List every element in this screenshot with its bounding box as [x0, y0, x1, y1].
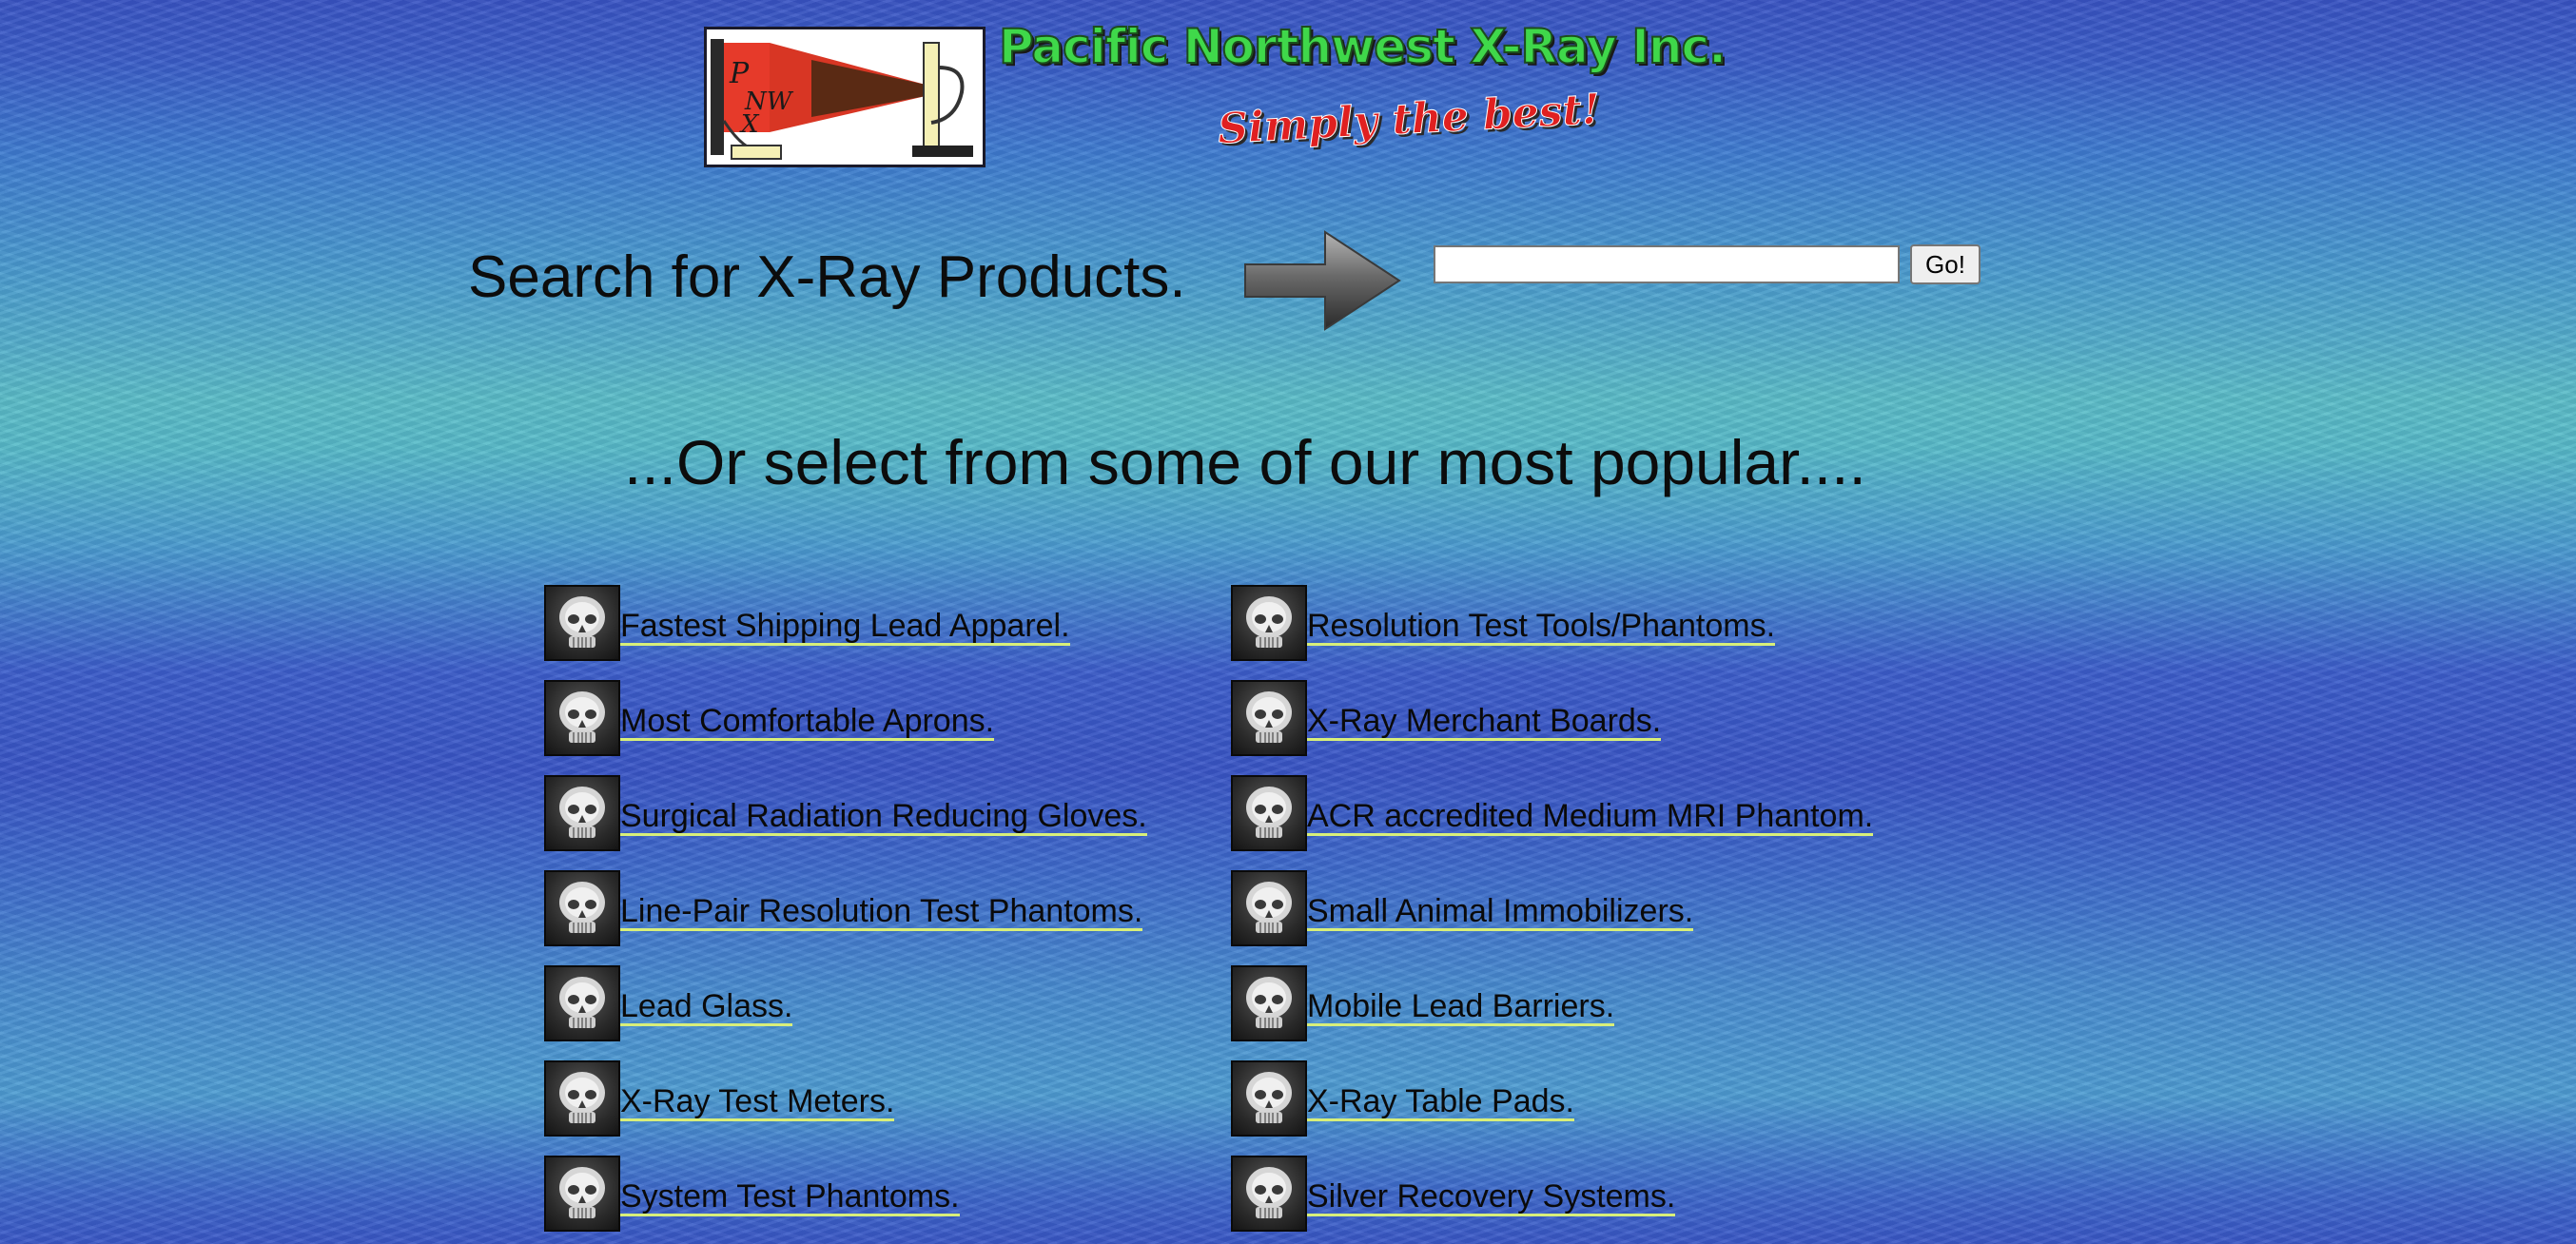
skull-xray-icon [544, 965, 620, 1041]
skull-xray-icon [544, 1156, 620, 1232]
arrow-right-icon [1241, 228, 1403, 338]
product-label: Fastest Shipping Lead Apparel. [620, 608, 1070, 646]
product-label: X-Ray Table Pads. [1307, 1083, 1574, 1121]
product-label: ACR accredited Medium MRI Phantom. [1307, 798, 1874, 836]
site-logo[interactable]: P NW X [704, 27, 986, 167]
skull-xray-icon [1231, 870, 1307, 946]
product-link-test-meters[interactable]: X-Ray Test Meters. [544, 1060, 895, 1137]
skull-xray-icon [544, 585, 620, 661]
product-link-aprons[interactable]: Most Comfortable Aprons. [544, 680, 995, 756]
logo-text-x: X [739, 110, 760, 139]
product-label: Silver Recovery Systems. [1307, 1178, 1676, 1216]
search-heading: Search for X-Ray Products. [468, 244, 1186, 310]
skull-xray-icon [544, 1060, 620, 1137]
skull-xray-icon [1231, 965, 1307, 1041]
product-link-mri-phantom[interactable]: ACR accredited Medium MRI Phantom. [1231, 775, 1874, 851]
go-button[interactable]: Go! [1910, 244, 1981, 284]
product-label: X-Ray Test Meters. [620, 1083, 895, 1121]
product-label: Surgical Radiation Reducing Gloves. [620, 798, 1147, 836]
logo-text-p: P [729, 57, 750, 90]
skull-xray-icon [544, 775, 620, 851]
product-link-silver-recovery[interactable]: Silver Recovery Systems. [1231, 1156, 1676, 1232]
skull-xray-icon [1231, 585, 1307, 661]
product-link-animal-immobilizers[interactable]: Small Animal Immobilizers. [1231, 870, 1694, 946]
product-link-resolution-tools[interactable]: Resolution Test Tools/Phantoms. [1231, 585, 1776, 661]
skull-xray-icon [1231, 1156, 1307, 1232]
search-input[interactable] [1434, 245, 1900, 283]
product-label: X-Ray Merchant Boards. [1307, 703, 1662, 741]
product-label: Resolution Test Tools/Phantoms. [1307, 608, 1776, 646]
product-link-table-pads[interactable]: X-Ray Table Pads. [1231, 1060, 1574, 1137]
product-link-system-test-phantoms[interactable]: System Test Phantoms. [544, 1156, 960, 1232]
site-title: Pacific Northwest X-Ray Inc. [998, 18, 1727, 75]
product-label: Mobile Lead Barriers. [1307, 988, 1615, 1026]
product-label: Lead Glass. [620, 988, 793, 1026]
product-link-lead-glass[interactable]: Lead Glass. [544, 965, 793, 1041]
product-label: Most Comfortable Aprons. [620, 703, 995, 741]
skull-xray-icon [1231, 775, 1307, 851]
product-link-gloves[interactable]: Surgical Radiation Reducing Gloves. [544, 775, 1147, 851]
skull-xray-icon [1231, 680, 1307, 756]
popular-heading: ...Or select from some of our most popul… [624, 427, 1866, 497]
skull-xray-icon [544, 680, 620, 756]
skull-xray-icon [544, 870, 620, 946]
product-link-lead-barriers[interactable]: Mobile Lead Barriers. [1231, 965, 1615, 1041]
site-tagline: Simply the best! [1216, 85, 1602, 154]
pnwx-xray-logo: P NW X [707, 29, 983, 165]
skull-xray-icon [1231, 1060, 1307, 1137]
product-link-merchant-boards[interactable]: X-Ray Merchant Boards. [1231, 680, 1662, 756]
product-label: Line-Pair Resolution Test Phantoms. [620, 893, 1143, 931]
product-label: Small Animal Immobilizers. [1307, 893, 1694, 931]
product-link-lead-apparel[interactable]: Fastest Shipping Lead Apparel. [544, 585, 1070, 661]
product-link-line-pair-phantoms[interactable]: Line-Pair Resolution Test Phantoms. [544, 870, 1143, 946]
product-label: System Test Phantoms. [620, 1178, 960, 1216]
